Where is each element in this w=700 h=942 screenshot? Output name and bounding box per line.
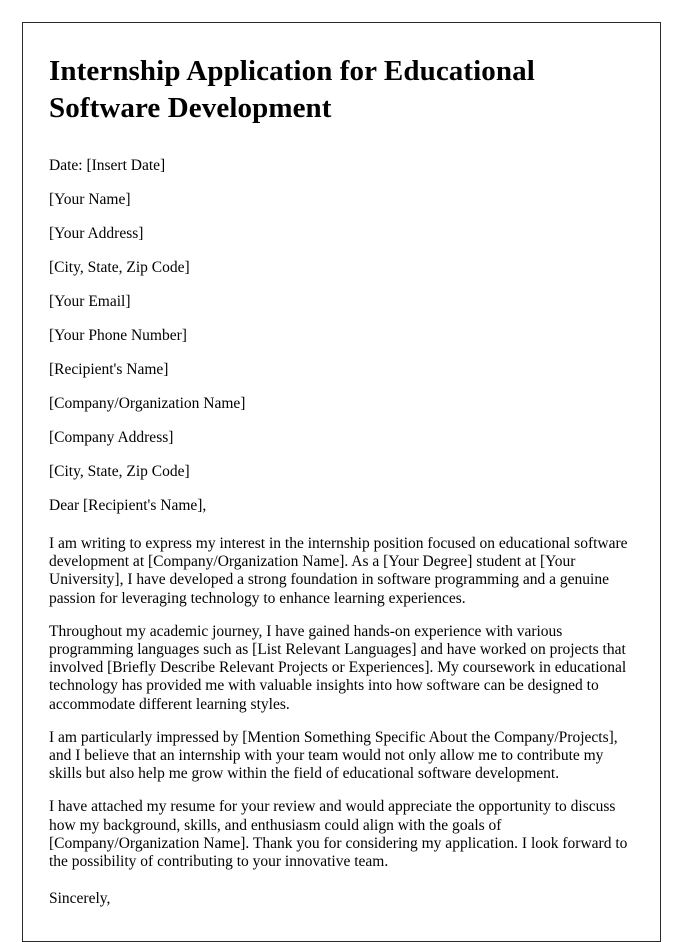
body-paragraph-2: Throughout my academic journey, I have g… [49, 622, 627, 713]
date-line: Date: [Insert Date] [49, 157, 166, 174]
page-title: Internship Application for Educational S… [49, 55, 535, 124]
recipient-address: [Company Address] [49, 429, 174, 446]
recipient-city-state-zip: [City, State, Zip Code] [49, 463, 190, 480]
sender-email: [Your Email] [49, 293, 131, 310]
sender-name: [Your Name] [49, 191, 131, 208]
body-paragraph-4: I have attached my resume for your revie… [49, 798, 628, 871]
sender-phone: [Your Phone Number] [49, 327, 187, 344]
recipient-company: [Company/Organization Name] [49, 395, 246, 412]
sender-city-state-zip: [City, State, Zip Code] [49, 259, 190, 276]
salutation: Dear [Recipient's Name], [49, 497, 207, 514]
body-paragraph-3: I am particularly impressed by [Mention … [49, 728, 618, 783]
sender-address: [Your Address] [49, 225, 144, 242]
document-page: Internship Application for Educational S… [22, 22, 661, 942]
document-content: Internship Application for Educational S… [49, 37, 634, 908]
recipient-name: [Recipient's Name] [49, 361, 169, 378]
signoff-line: Sincerely, [49, 890, 111, 908]
body-paragraph-1: I am writing to express my interest in t… [49, 535, 628, 607]
